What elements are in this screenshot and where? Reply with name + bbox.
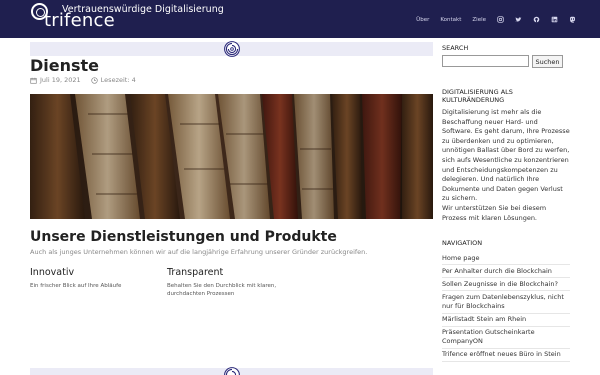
- about-heading-line-2: KULTURÄNDERUNG: [442, 96, 505, 104]
- section-subtitle: Auch als junges Unternehmen können wir a…: [30, 248, 368, 256]
- search-form: Suchen: [442, 55, 570, 68]
- twitter-icon[interactable]: [515, 16, 522, 23]
- navigation-list: Home page Per Anhalter durch die Blockch…: [442, 252, 570, 362]
- navigation-link[interactable]: Präsentation Gutscheinkarte CompanyON: [442, 327, 570, 349]
- navigation-link[interactable]: Per Anhalter durch die Blockchain: [442, 265, 570, 279]
- navigation-widget: NAVIGATION Home page Per Anhalter durch …: [442, 239, 570, 362]
- nav-link-kontakt[interactable]: Kontakt: [440, 17, 461, 23]
- mastodon-icon[interactable]: [569, 16, 576, 23]
- spiral-logo-icon: [224, 367, 240, 375]
- about-text: Digitalisierung ist mehr als die Beschaf…: [442, 108, 570, 203]
- navigation-heading: NAVIGATION: [442, 239, 483, 248]
- site-tagline: Vertrauenswürdige Digitalisierung: [62, 4, 224, 15]
- navigation-link[interactable]: Märlistadt Stein am Rhein: [442, 314, 570, 327]
- calendar-icon: [30, 77, 37, 84]
- github-icon[interactable]: [533, 16, 540, 23]
- search-input[interactable]: [442, 55, 529, 67]
- search-label: SEARCH: [442, 44, 469, 52]
- navigation-link[interactable]: Sollen Zeugnisse in die Blockchain?: [442, 278, 570, 292]
- page-title: Dienste: [30, 56, 100, 75]
- main-nav: Über Kontakt Ziele: [416, 16, 576, 23]
- post-date-text[interactable]: Juli 19, 2021: [40, 76, 81, 84]
- section-title: Unsere Dienstleistungen und Produkte: [30, 229, 337, 245]
- about-widget: DIGITALISIERUNG ALS KULTURÄNDERUNG Digit…: [442, 88, 570, 223]
- linkedin-icon[interactable]: [551, 16, 558, 23]
- sidebar: SEARCH Suchen DIGITALISIERUNG ALS KULTUR…: [442, 44, 570, 362]
- post-meta: Juli 19, 2021 Lesezeit: 4: [30, 76, 136, 84]
- nav-link-ueber[interactable]: Über: [416, 17, 429, 23]
- nav-link-ziele[interactable]: Ziele: [472, 17, 486, 23]
- post-date: Juli 19, 2021: [30, 76, 81, 84]
- about-text-2: Wir unterstützen Sie bei diesem Prozess …: [442, 203, 547, 222]
- reading-time: Lesezeit: 4: [91, 76, 136, 84]
- hero-image-old-books: [30, 94, 433, 219]
- navigation-link[interactable]: Fragen zum Datenlebenszyklus, nicht nur …: [442, 291, 570, 314]
- reading-time-text: Lesezeit: 4: [100, 76, 136, 84]
- navigation-link[interactable]: Home page: [442, 252, 570, 266]
- feature-text: Behalten Sie den Durchblick mit klaren, …: [167, 283, 277, 297]
- search-button[interactable]: Suchen: [532, 55, 563, 68]
- navigation-link[interactable]: Trifence eröffnet neues Büro in Stein: [442, 349, 570, 362]
- spiral-logo-icon: [224, 41, 240, 57]
- feature-transparent: Transparent Behalten Sie den Durchblick …: [167, 267, 297, 298]
- feature-title: Transparent: [167, 267, 224, 278]
- feature-title: Innovativ: [30, 267, 75, 278]
- feature-innovativ: Innovativ Ein frischer Blick auf Ihre Ab…: [30, 267, 160, 290]
- site-header: trifence Vertrauenswürdige Digitalisieru…: [0, 0, 600, 38]
- clock-icon: [91, 76, 98, 84]
- feature-text: Ein frischer Blick auf Ihre Abläufe: [30, 283, 122, 289]
- about-heading-line-1: DIGITALISIERUNG ALS: [442, 88, 513, 96]
- instagram-icon[interactable]: [497, 16, 504, 23]
